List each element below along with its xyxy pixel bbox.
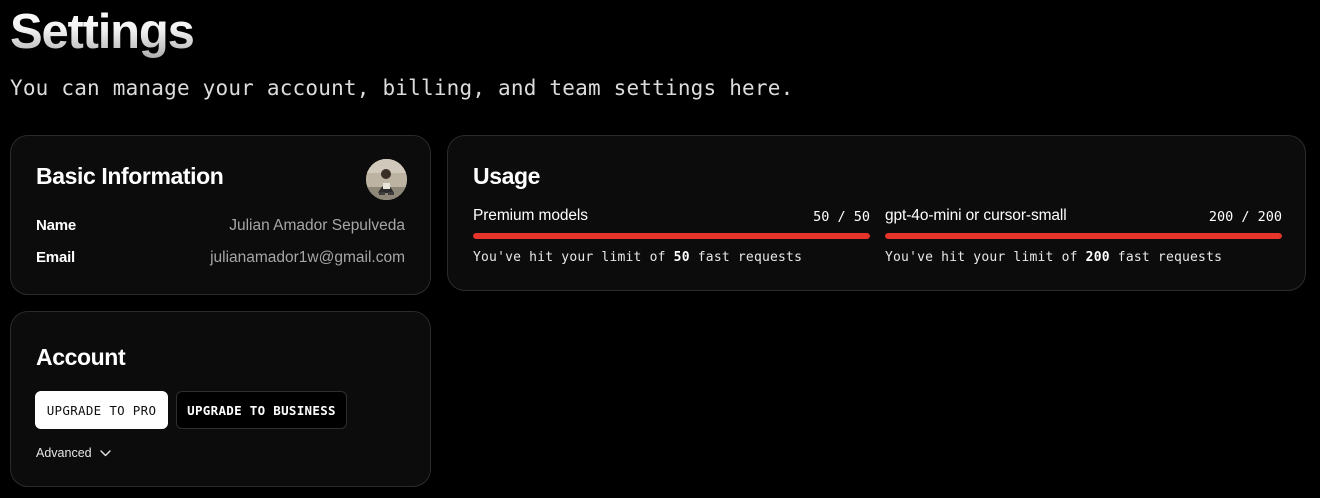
usage-progress-bar <box>473 233 870 239</box>
basic-information-card: Basic Information Name Julian Amador Sep… <box>10 135 431 295</box>
upgrade-to-pro-button[interactable]: UPGRADE TO PRO <box>35 391 168 429</box>
email-row: Email julianamador1w@gmail.com <box>36 249 405 269</box>
meter-name: gpt-4o-mini or cursor-small <box>885 207 1067 224</box>
meter-note: You've hit your limit of 50 fast request… <box>473 250 803 265</box>
name-label: Name <box>36 217 77 234</box>
settings-page: Settings You can manage your account, bi… <box>0 0 1320 498</box>
meter-name: Premium models <box>473 207 588 224</box>
page-subtitle: You can manage your account, billing, an… <box>10 76 794 100</box>
email-label: Email <box>36 249 76 266</box>
advanced-toggle[interactable]: Advanced <box>36 446 111 460</box>
chevron-down-icon <box>99 449 111 456</box>
advanced-label: Advanced <box>36 446 92 460</box>
account-card: Account UPGRADE TO PRO UPGRADE TO BUSINE… <box>10 311 431 487</box>
usage-card: Usage Premium models 50 / 50 You've hit … <box>447 135 1306 291</box>
account-title: Account <box>36 344 126 370</box>
usage-progress-bar <box>885 233 1282 239</box>
page-title: Settings <box>10 5 195 59</box>
email-value: julianamador1w@gmail.com <box>210 249 405 266</box>
basic-information-title: Basic Information <box>36 163 224 189</box>
usage-progress-fill <box>885 233 1282 239</box>
usage-progress-fill <box>473 233 870 239</box>
meter-count: 50 / 50 <box>813 209 870 225</box>
meter-note: You've hit your limit of 200 fast reques… <box>885 250 1223 265</box>
meter-count: 200 / 200 <box>1208 209 1282 225</box>
name-row: Name Julian Amador Sepulveda <box>36 217 405 237</box>
avatar[interactable] <box>366 159 407 200</box>
name-value: Julian Amador Sepulveda <box>229 217 405 234</box>
usage-title: Usage <box>473 163 541 189</box>
upgrade-to-business-button[interactable]: UPGRADE TO BUSINESS <box>176 391 347 429</box>
user-avatar-photo-icon <box>366 159 407 200</box>
